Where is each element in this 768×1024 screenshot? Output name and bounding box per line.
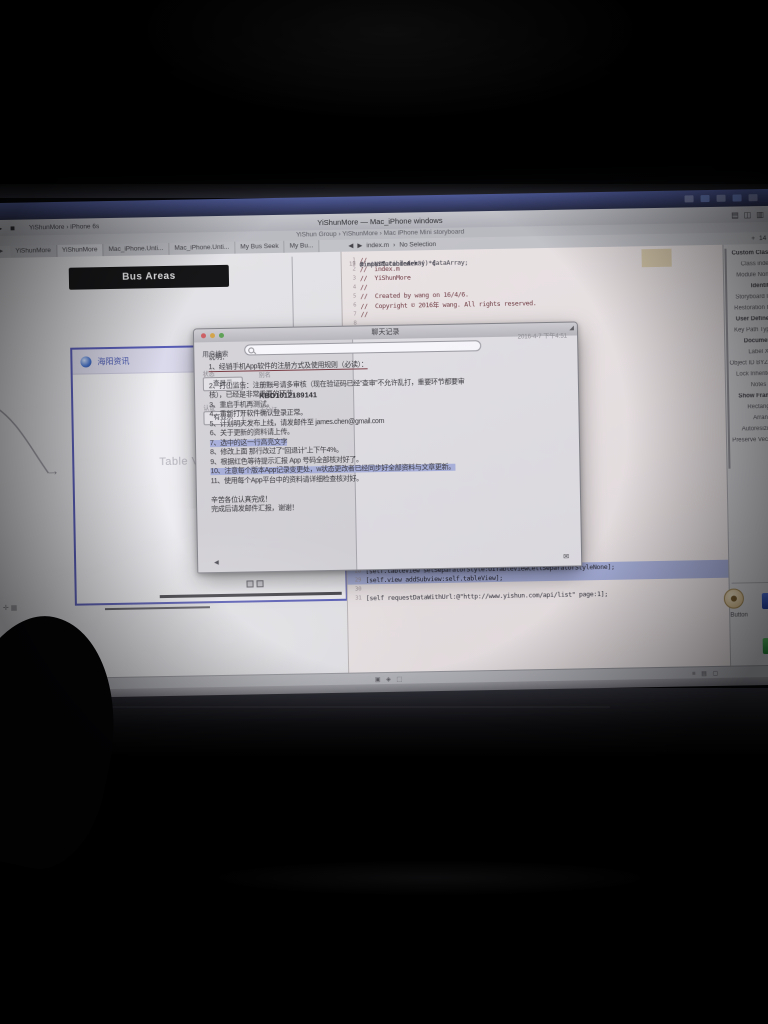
inspector-row[interactable]: Custom Class: [728, 250, 768, 262]
close-icon[interactable]: [201, 333, 206, 338]
inspector-row[interactable]: Document: [729, 338, 768, 350]
issue-count[interactable]: 14: [759, 234, 766, 241]
inspector-panel[interactable]: Custom Class Class index Module None Ide…: [722, 244, 768, 666]
code-text: NSMutableArray *dataArray;: [360, 258, 469, 268]
monitor: ▶ ■ YiShunMore › iPhone 6s YiShunMore — …: [0, 189, 768, 699]
jumpbar-selection[interactable]: No Selection: [399, 241, 436, 249]
code-text: // YiShunMore: [360, 273, 411, 282]
inspector-row[interactable]: Class index: [728, 261, 768, 273]
line-number: 29: [347, 577, 365, 583]
inspector-row[interactable]: Key Path Type: [729, 327, 768, 339]
inspector-row[interactable]: Lock Inherited: [730, 371, 768, 383]
menubar-status-icon[interactable]: [700, 195, 709, 202]
app-logo-icon: [80, 356, 91, 367]
editor-bottom-icons[interactable]: ≡ ▤ ▢: [692, 669, 720, 677]
code-text: //: [361, 310, 368, 318]
search-icon: [248, 347, 254, 353]
monitor-bottom-bezel: [0, 688, 768, 758]
inspector-row[interactable]: Preserve Vector: [731, 437, 768, 449]
layout-toggle-icon[interactable]: [246, 580, 253, 587]
file-tab[interactable]: YiShunMore: [57, 244, 104, 257]
screen: ▶ ■ YiShunMore › iPhone 6s YiShunMore — …: [0, 189, 768, 699]
desk-glow: [0, 850, 768, 910]
library-divider: [732, 582, 768, 584]
line-number: 7: [343, 311, 361, 317]
library-button-label: Button: [714, 612, 764, 619]
dock-app-icon-green[interactable]: [763, 638, 768, 654]
line-number: 30: [348, 586, 366, 592]
minimize-icon[interactable]: [210, 333, 215, 338]
resize-corner-icon[interactable]: ◢: [569, 325, 574, 332]
bottom-bar-view: [160, 592, 342, 598]
page-back-icon[interactable]: ◀: [214, 559, 219, 566]
layout-toggle-icon[interactable]: [256, 580, 263, 587]
inspector-row[interactable]: Identity: [728, 283, 768, 295]
dock-app-icon-blue[interactable]: [762, 593, 768, 609]
jumpbar-separator: ›: [393, 241, 395, 248]
jumpbar-fwd-icon[interactable]: ▶: [357, 241, 362, 249]
menubar-status-icon[interactable]: [732, 194, 741, 201]
inspector-row[interactable]: Restoration ID: [729, 305, 768, 317]
jumpbar-back-icon[interactable]: ◀: [348, 242, 353, 250]
inspector-row[interactable]: Storyboard ID: [728, 294, 768, 306]
bus-areas-banner: Bus Areas: [69, 265, 229, 290]
inspector-row[interactable]: Label Xib: [729, 349, 768, 361]
line-number: 4: [342, 284, 360, 290]
send-message-icon[interactable]: ✉: [563, 553, 569, 561]
storyboard-entry-arrow: →: [46, 463, 59, 478]
file-tab[interactable]: YiShunMore: [10, 245, 57, 258]
inspector-row[interactable]: User Defined: [729, 316, 768, 328]
canvas-zoom-controls[interactable]: ✛ ▦: [3, 604, 18, 612]
line-number: 12: [342, 261, 360, 267]
zoom-window-icon[interactable]: [219, 333, 224, 338]
table-header-title: 海阳资讯: [97, 355, 129, 367]
line-number: 6: [342, 302, 360, 308]
line-number: 5: [342, 293, 360, 299]
message-timestamp: 2016-4-7 下午4:51: [518, 331, 568, 341]
inspector-row[interactable]: Arrange: [731, 415, 768, 427]
search-label: 用户搜索: [202, 348, 228, 358]
message-body[interactable]: 说明： 1、经销手机App软件的注册方式及使用规则（必读）： 2、打山监告：注册…: [208, 347, 568, 515]
inspector-row[interactable]: Notes —: [730, 382, 768, 394]
history-nav-arrows[interactable]: ◀ ▶: [0, 246, 3, 258]
line-number: 31: [348, 595, 366, 601]
line-number: 3: [342, 275, 360, 281]
inspector-row[interactable]: Object ID BYZ-38: [730, 360, 768, 372]
version-editor-icon[interactable]: ▥: [756, 210, 764, 219]
bezel-reflection: [90, 706, 610, 708]
inspector-row[interactable]: Show Frame: [730, 393, 768, 405]
menubar-status-icon[interactable]: [716, 195, 725, 202]
photo-of-monitor: ▶ ■ YiShunMore › iPhone 6s YiShunMore — …: [0, 0, 768, 1024]
file-tab[interactable]: My Bus Seek: [235, 241, 285, 254]
inspector-row[interactable]: Module None: [728, 272, 768, 284]
chat-dialog-window[interactable]: 聊天记录 ◢ 用户搜索 状态 查显示 认证 有显示 别名 三丁1 KBD1012…: [193, 321, 582, 573]
inspector-row[interactable]: Rectangle: [730, 404, 768, 416]
standard-editor-icon[interactable]: ▤: [731, 210, 739, 219]
inspector-row[interactable]: Autoresizing: [731, 426, 768, 438]
code-text: //: [360, 283, 367, 291]
debug-bar-icons[interactable]: ▣ ◈ ⬚: [375, 675, 404, 683]
file-tab[interactable]: My Bu...: [284, 240, 319, 253]
assistant-editor-icon[interactable]: ◫: [744, 210, 752, 219]
add-counterpart-icon[interactable]: +: [751, 235, 755, 242]
wall-background: [0, 0, 768, 200]
menubar-status-icon[interactable]: [684, 195, 693, 202]
library-button-object-icon[interactable]: [724, 588, 744, 608]
jumpbar-file[interactable]: index.m: [366, 241, 389, 248]
menubar-clock[interactable]: [748, 194, 757, 201]
